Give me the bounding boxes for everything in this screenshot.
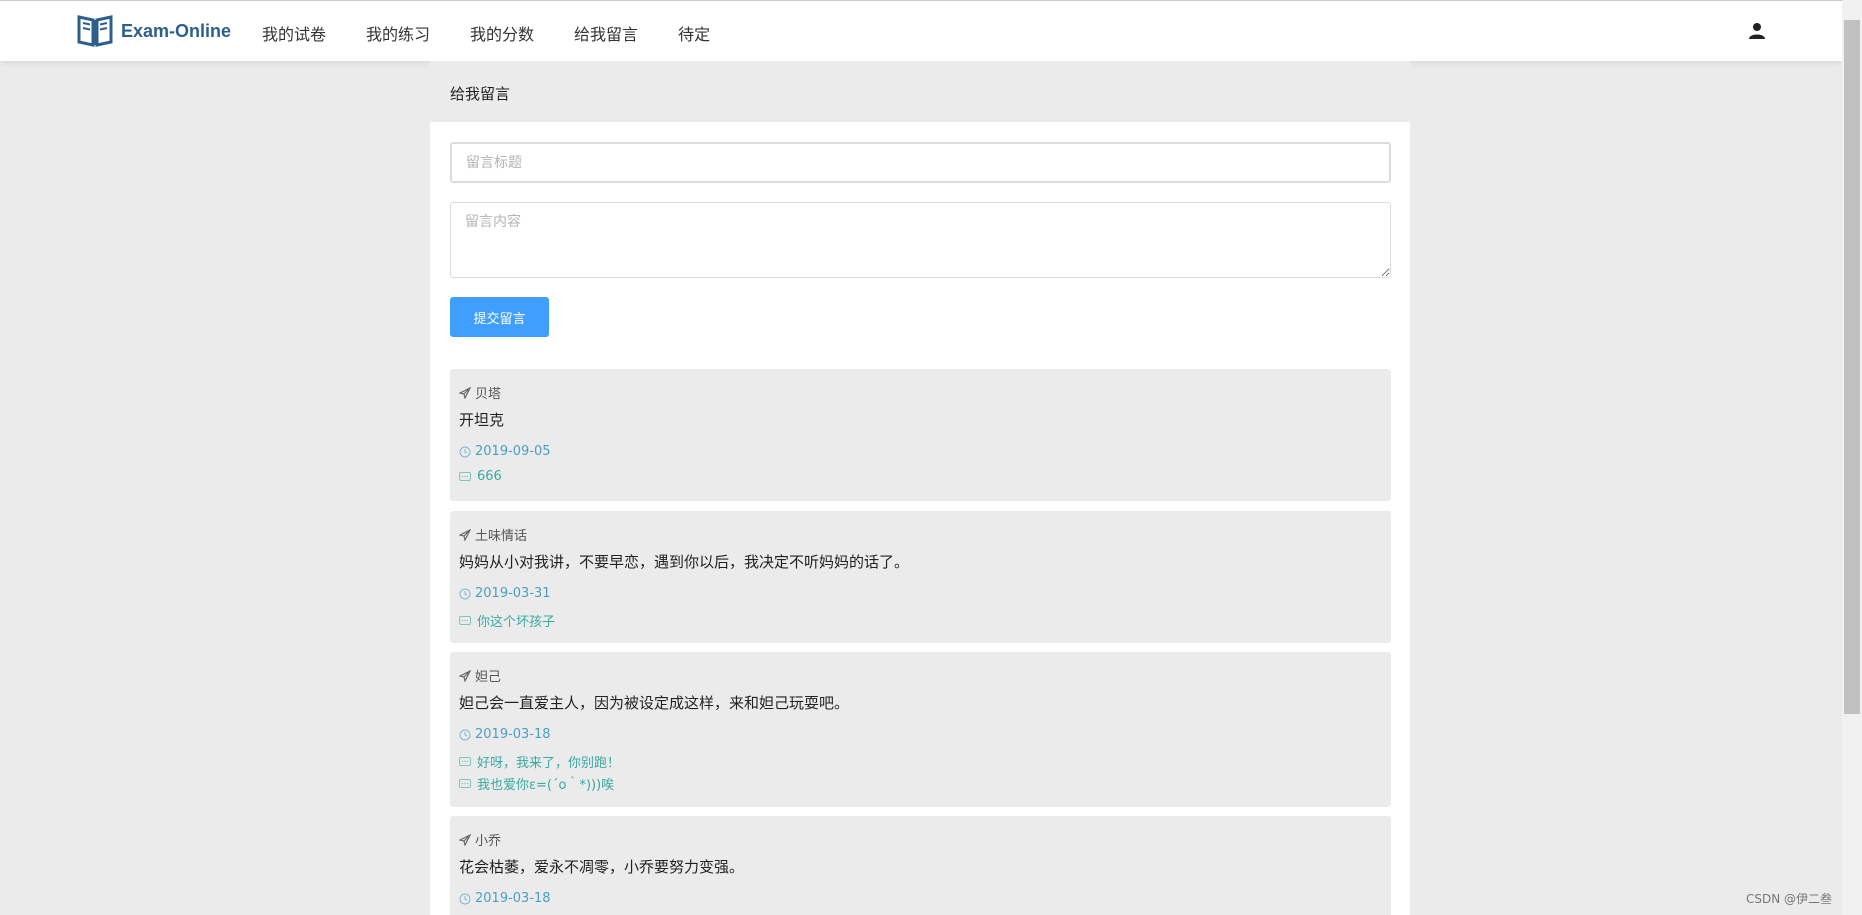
message-reply: 你这个坏孩子 xyxy=(459,611,555,630)
message-reply: 666 xyxy=(459,469,502,484)
user-icon[interactable] xyxy=(1748,22,1766,40)
comment-icon xyxy=(459,615,471,625)
reply-text: 好呀，我来了，你别跑！ xyxy=(477,756,621,771)
reply-text: 666 xyxy=(477,469,502,484)
comment-icon xyxy=(459,471,471,481)
page-scrollbar[interactable] xyxy=(1842,0,1862,915)
message-date: 2019-03-31 xyxy=(475,586,551,601)
reply-text: 你这个坏孩子 xyxy=(477,615,556,630)
clock-icon xyxy=(459,729,471,740)
nav-my-scores[interactable]: 我的分数 xyxy=(470,21,534,45)
message-content: 花会枯萎，爱永不凋零，小乔要努力变强。 xyxy=(459,858,745,876)
clock-icon xyxy=(459,588,471,599)
message-reply: 好呀，我来了，你别跑！ xyxy=(459,752,620,771)
paper-plane-icon xyxy=(459,528,471,541)
message-date: 2019-03-18 xyxy=(475,727,551,742)
message-card: 贝塔 开坦克 2019-09-05 666 xyxy=(450,369,1391,501)
message-date: 2019-09-05 xyxy=(475,444,551,459)
message-author: 土味情话 xyxy=(475,529,528,544)
brand-logo[interactable]: Exam-Online xyxy=(77,14,231,48)
nav-pending[interactable]: 待定 xyxy=(678,21,710,45)
nav-my-practice[interactable]: 我的练习 xyxy=(366,21,430,45)
message-author: 贝塔 xyxy=(475,387,502,402)
message-content: 妲己会一直爱主人，因为被设定成这样，来和妲己玩耍吧。 xyxy=(459,694,850,712)
reply-text: 我也爱你ε=(´ο｀*)))唉 xyxy=(477,778,615,793)
watermark: CSDN @伊二叁 xyxy=(1746,892,1833,906)
paper-plane-icon xyxy=(459,386,471,399)
comment-icon xyxy=(459,756,471,766)
message-date: 2019-03-18 xyxy=(475,891,551,906)
message-title-input[interactable] xyxy=(450,142,1391,183)
main-nav: 我的试卷 我的练习 我的分数 给我留言 待定 xyxy=(262,21,750,45)
submit-message-button[interactable]: 提交留言 xyxy=(450,297,549,337)
clock-icon xyxy=(459,893,471,904)
nav-leave-message[interactable]: 给我留言 xyxy=(574,21,638,45)
book-icon xyxy=(77,15,113,47)
message-author: 妲己 xyxy=(475,670,502,685)
message-reply: 我也爱你ε=(´ο｀*)))唉 xyxy=(459,774,614,793)
nav-my-papers[interactable]: 我的试卷 xyxy=(262,21,326,45)
comment-icon xyxy=(459,778,471,788)
brand-name: Exam-Online xyxy=(121,20,232,41)
paper-plane-icon xyxy=(459,669,471,682)
message-panel: 提交留言 贝塔 开坦克 2019-09-05 666 土味情话 妈妈从小对我讲，… xyxy=(430,122,1410,915)
page-header: 给我留言 xyxy=(430,61,1410,122)
scrollbar-thumb[interactable] xyxy=(1844,20,1860,714)
message-content: 开坦克 xyxy=(459,411,505,429)
message-author: 小乔 xyxy=(475,834,502,849)
message-card: 妲己 妲己会一直爱主人，因为被设定成这样，来和妲己玩耍吧。 2019-03-18… xyxy=(450,652,1391,807)
paper-plane-icon xyxy=(459,833,471,846)
message-content: 妈妈从小对我讲，不要早恋，遇到你以后，我决定不听妈妈的话了。 xyxy=(459,553,910,571)
message-content-textarea[interactable] xyxy=(450,202,1391,278)
clock-icon xyxy=(459,446,471,457)
top-navbar: Exam-Online 我的试卷 我的练习 我的分数 给我留言 待定 xyxy=(0,0,1842,61)
message-card: 小乔 花会枯萎，爱永不凋零，小乔要努力变强。 2019-03-18 xyxy=(450,816,1391,915)
page-title: 给我留言 xyxy=(450,85,511,103)
message-card: 土味情话 妈妈从小对我讲，不要早恋，遇到你以后，我决定不听妈妈的话了。 2019… xyxy=(450,511,1391,643)
